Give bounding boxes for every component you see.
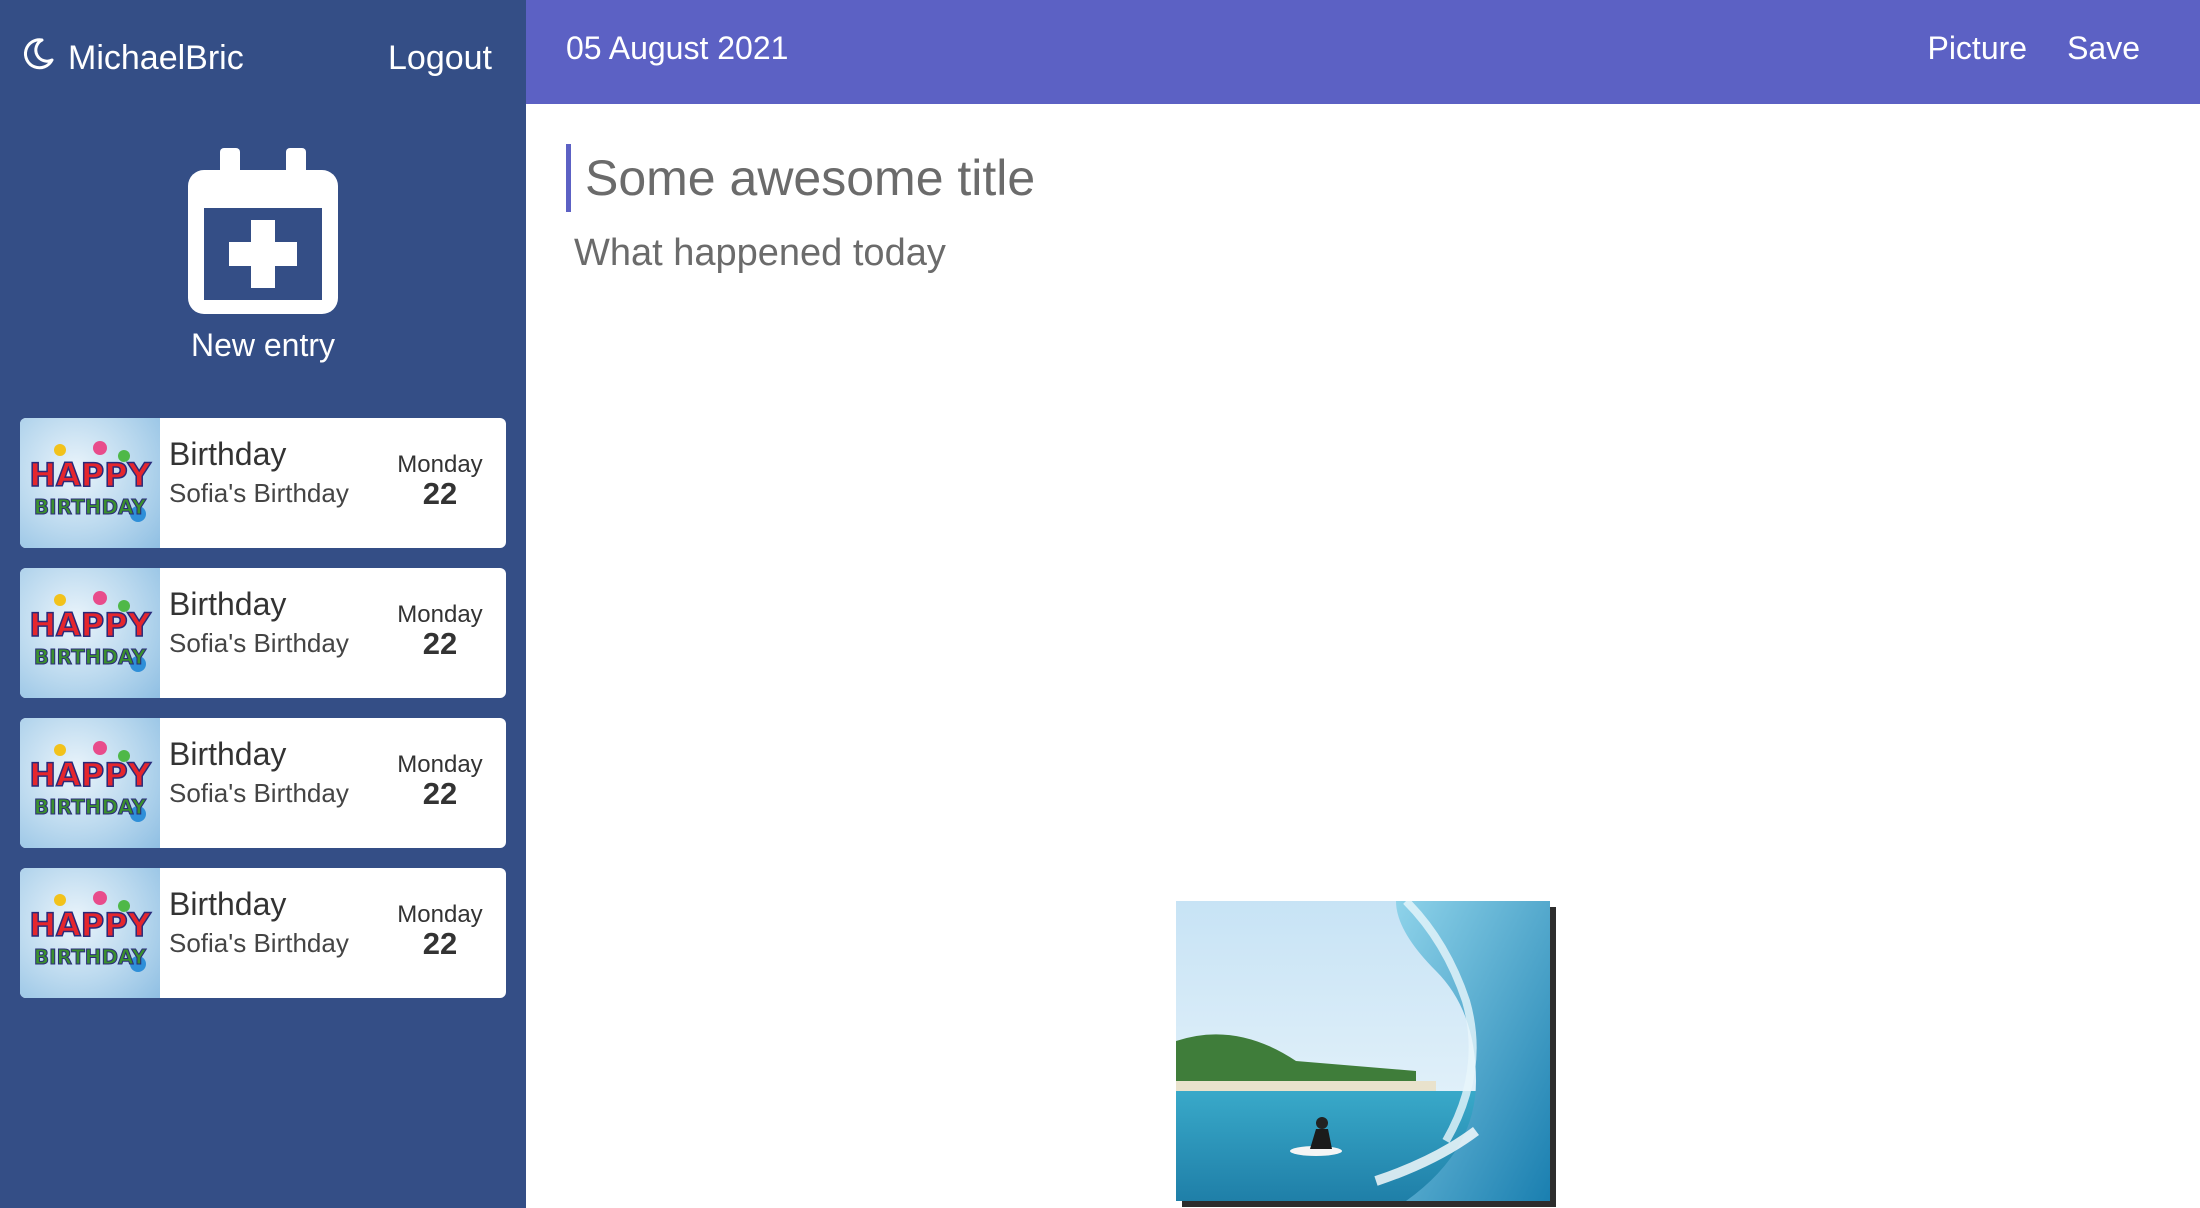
thumb-happy-text: HAPPY xyxy=(29,456,151,494)
calendar-plus-icon xyxy=(188,148,338,319)
new-entry-button[interactable]: New entry xyxy=(160,148,366,364)
entry-weekday: Monday xyxy=(397,451,483,478)
entry-card[interactable]: HAPPY BIRTHDAY Birthday Sofia's Birthday… xyxy=(20,718,506,848)
entry-card[interactable]: HAPPY BIRTHDAY Birthday Sofia's Birthday… xyxy=(20,568,506,698)
thumb-happy-text: HAPPY xyxy=(29,906,151,944)
entry-day-number: 22 xyxy=(422,776,458,811)
user-menu[interactable]: MichaelBric xyxy=(20,36,244,80)
entry-card[interactable]: HAPPY BIRTHDAY Birthday Sofia's Birthday… xyxy=(20,868,506,998)
entry-weekday: Monday xyxy=(397,751,483,778)
save-button[interactable]: Save xyxy=(2067,30,2140,67)
logout-button[interactable]: Logout xyxy=(388,36,492,80)
sidebar: MichaelBric Logout New entry HAPPY BIRTH… xyxy=(0,0,526,1208)
thumb-birthday-text: BIRTHDAY xyxy=(34,645,147,669)
attached-picture[interactable] xyxy=(1176,901,1550,1201)
birthday-thumbnail: HAPPY BIRTHDAY xyxy=(20,868,160,998)
surfer-wave-image xyxy=(1176,901,1550,1201)
entry-weekday: Monday xyxy=(397,901,483,928)
thumb-birthday-text: BIRTHDAY xyxy=(34,795,147,819)
entry-day-number: 22 xyxy=(422,476,458,511)
entry-subtitle: Sofia's Birthday xyxy=(169,778,349,808)
picture-button[interactable]: Picture xyxy=(1927,30,2027,67)
top-bar: 05 August 2021 Picture Save xyxy=(526,0,2200,104)
top-actions: Picture Save xyxy=(1927,30,2140,67)
entry-list: HAPPY BIRTHDAY Birthday Sofia's Birthday… xyxy=(20,418,506,1018)
thumb-birthday-text: BIRTHDAY xyxy=(34,495,147,519)
body-textarea[interactable] xyxy=(572,230,2136,834)
entry-title: Birthday xyxy=(169,586,287,622)
thumb-happy-text: HAPPY xyxy=(29,606,151,644)
entry-title: Birthday xyxy=(169,436,287,472)
title-input[interactable] xyxy=(566,144,1687,212)
new-entry-label: New entry xyxy=(190,327,336,363)
entry-title: Birthday xyxy=(169,736,287,772)
username: MichaelBric xyxy=(68,38,244,77)
birthday-thumbnail: HAPPY BIRTHDAY xyxy=(20,718,160,848)
thumb-happy-text: HAPPY xyxy=(29,756,151,794)
entry-subtitle: Sofia's Birthday xyxy=(169,928,349,958)
moon-icon xyxy=(20,36,56,81)
entry-card[interactable]: HAPPY BIRTHDAY Birthday Sofia's Birthday… xyxy=(20,418,506,548)
entry-title: Birthday xyxy=(169,886,287,922)
birthday-thumbnail: HAPPY BIRTHDAY xyxy=(20,418,160,548)
entry-date: 05 August 2021 xyxy=(566,30,789,66)
entry-day-number: 22 xyxy=(422,926,458,961)
entry-weekday: Monday xyxy=(397,601,483,628)
entry-day-number: 22 xyxy=(422,626,458,661)
entry-subtitle: Sofia's Birthday xyxy=(169,628,349,658)
birthday-thumbnail: HAPPY BIRTHDAY xyxy=(20,568,160,698)
sidebar-header: MichaelBric Logout xyxy=(0,0,526,118)
thumb-birthday-text: BIRTHDAY xyxy=(34,945,147,969)
entry-subtitle: Sofia's Birthday xyxy=(169,478,349,508)
